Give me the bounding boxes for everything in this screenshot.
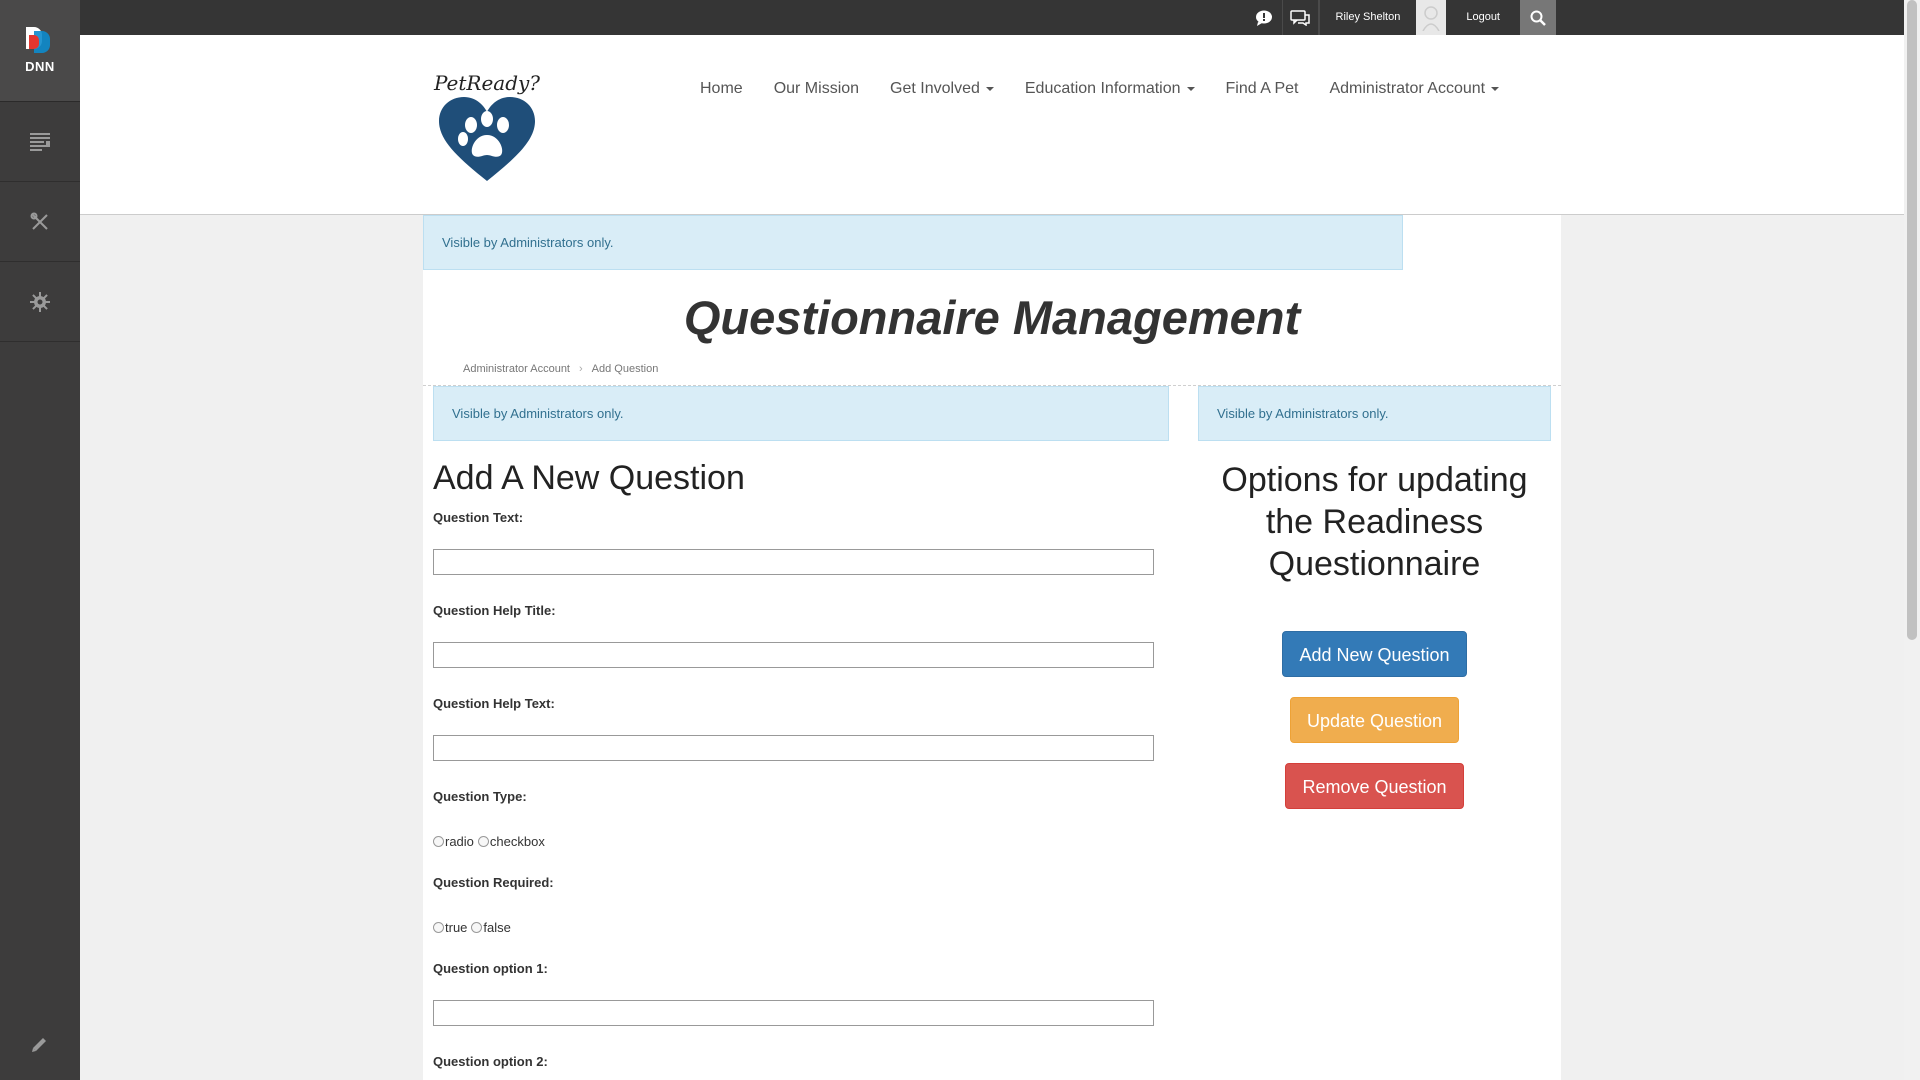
nav-home[interactable]: Home bbox=[700, 80, 743, 98]
dnn-logo-text: DNN bbox=[25, 59, 55, 74]
caret-down-icon bbox=[1186, 86, 1195, 91]
page-title: Questionnaire Management bbox=[683, 291, 1301, 344]
update-question-button[interactable]: Update Question bbox=[1289, 697, 1460, 743]
question-option-2-label: Question option 2: bbox=[433, 1054, 548, 1069]
nav-administrator-account[interactable]: Administrator Account bbox=[1329, 80, 1500, 98]
caret-down-icon bbox=[985, 86, 994, 91]
form-heading: Add A New Question bbox=[433, 459, 745, 497]
vertical-scrollbar[interactable] bbox=[1904, 0, 1920, 1080]
nav-get-involved-label: Get Involved bbox=[890, 80, 980, 97]
main-nav: Home Our Mission Get Involved Education … bbox=[700, 80, 1530, 98]
remove-question-button[interactable]: Remove Question bbox=[1285, 763, 1464, 809]
question-option-1-input[interactable] bbox=[433, 1000, 1154, 1026]
breadcrumb: Administrator Account › Add Question bbox=[463, 363, 658, 375]
question-required-radio-group: true false bbox=[433, 920, 1163, 935]
breadcrumb-item-add-question[interactable]: Add Question bbox=[592, 363, 659, 375]
nav-administrator-account-label: Administrator Account bbox=[1329, 80, 1486, 97]
question-type-radio-group: radio checkbox bbox=[433, 834, 1163, 849]
main-content: Visible by Administrators only. Question… bbox=[423, 215, 1561, 1080]
paw-heart-icon bbox=[439, 97, 535, 181]
pencil-icon[interactable] bbox=[0, 1034, 80, 1060]
breadcrumb-item-administrator-account[interactable]: Administrator Account bbox=[463, 363, 570, 375]
question-text-label: Question Text: bbox=[433, 510, 524, 525]
site-header: PetReady? Home Our Mission Get Involved … bbox=[80, 35, 1904, 215]
nav-our-mission-label: Our Mission bbox=[773, 80, 860, 97]
question-option-1-label: Question option 1: bbox=[433, 961, 548, 976]
nav-find-a-pet-label: Find A Pet bbox=[1225, 80, 1299, 97]
admin-visibility-notice: Visible by Administrators only. bbox=[423, 215, 1403, 270]
admin-visibility-notice-left: Visible by Administrators only. bbox=[433, 386, 1169, 441]
scrollbar-thumb[interactable] bbox=[1907, 0, 1917, 640]
add-question-form: Add A New Question Question Text: Questi… bbox=[433, 459, 1163, 1080]
search-icon[interactable] bbox=[1520, 0, 1556, 35]
radio-required-true[interactable] bbox=[433, 922, 444, 933]
add-new-question-button[interactable]: Add New Question bbox=[1282, 631, 1467, 677]
nav-our-mission[interactable]: Our Mission bbox=[774, 80, 859, 98]
radio-required-false[interactable] bbox=[471, 922, 483, 933]
petready-logo[interactable]: PetReady? bbox=[432, 71, 542, 188]
nav-home-label: Home bbox=[700, 80, 743, 97]
persona-bar: DNN bbox=[0, 0, 80, 1080]
logout-link[interactable]: Logout bbox=[1446, 0, 1520, 35]
messages-icon[interactable] bbox=[1283, 0, 1319, 35]
chevron-right-icon: › bbox=[579, 363, 583, 375]
content-icon[interactable] bbox=[0, 102, 80, 182]
question-type-label: Question Type: bbox=[433, 789, 527, 804]
radio-type-radio-label: radio bbox=[445, 834, 474, 849]
radio-required-true-label: true bbox=[445, 920, 468, 935]
nav-education-information[interactable]: Education Information bbox=[1025, 80, 1195, 98]
question-required-label: Question Required: bbox=[433, 875, 554, 890]
admin-visibility-notice-right: Visible by Administrators only. bbox=[1198, 386, 1551, 441]
caret-down-icon bbox=[1491, 86, 1500, 91]
question-help-text-label: Question Help Text: bbox=[433, 696, 555, 711]
brand-name: PetReady? bbox=[433, 71, 541, 95]
notifications-icon[interactable] bbox=[1247, 0, 1283, 35]
radio-type-radio[interactable] bbox=[433, 836, 444, 847]
nav-get-involved[interactable]: Get Involved bbox=[890, 80, 994, 98]
dnn-logo[interactable]: DNN bbox=[0, 0, 80, 102]
question-help-title-input[interactable] bbox=[433, 642, 1154, 668]
question-help-text-input[interactable] bbox=[433, 735, 1154, 761]
sidebar-heading: Options for updating the Readiness Quest… bbox=[1221, 461, 1528, 583]
avatar[interactable] bbox=[1416, 0, 1447, 35]
dnn-logo-mark bbox=[26, 27, 54, 57]
question-text-input[interactable] bbox=[433, 549, 1154, 575]
nav-education-information-label: Education Information bbox=[1024, 80, 1181, 97]
radio-type-checkbox-label: checkbox bbox=[489, 834, 545, 849]
nav-find-a-pet[interactable]: Find A Pet bbox=[1226, 80, 1299, 98]
question-help-title-label: Question Help Title: bbox=[433, 603, 556, 618]
user-name-link[interactable]: Riley Shelton bbox=[1318, 0, 1417, 35]
radio-type-checkbox[interactable] bbox=[477, 836, 489, 847]
tools-icon[interactable] bbox=[0, 182, 80, 262]
user-topbar: Riley Shelton Logout bbox=[80, 0, 1904, 35]
options-sidebar: Options for updating the Readiness Quest… bbox=[1198, 459, 1551, 809]
settings-icon[interactable] bbox=[0, 262, 80, 342]
radio-required-false-label: false bbox=[483, 920, 511, 935]
